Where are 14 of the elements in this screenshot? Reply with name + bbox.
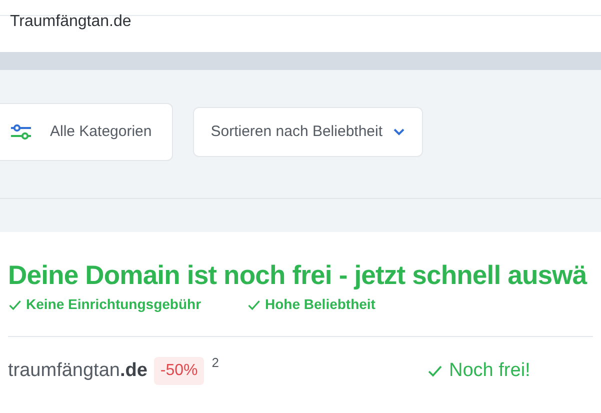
check-icon [247, 298, 262, 312]
feature-text: Keine Einrichtungsgebühr [26, 295, 202, 314]
footnote-mark: 2 [212, 354, 220, 372]
category-filter-button[interactable]: Alle Kategorien [0, 103, 173, 161]
domain-name: traumfängtan.de [8, 359, 148, 383]
feature-text: Hohe Beliebtheit [265, 295, 376, 314]
discount-badge: -50% [154, 357, 204, 386]
sliders-icon [10, 124, 32, 140]
availability-status: Noch frei! [449, 359, 530, 383]
check-icon [8, 298, 22, 312]
sort-dropdown[interactable]: Sortieren nach Beliebtheit [192, 107, 423, 157]
headline: Deine Domain ist noch frei - jetzt schnell auswä [8, 260, 588, 290]
check-icon [427, 363, 444, 380]
chevron-down-icon [392, 128, 405, 136]
